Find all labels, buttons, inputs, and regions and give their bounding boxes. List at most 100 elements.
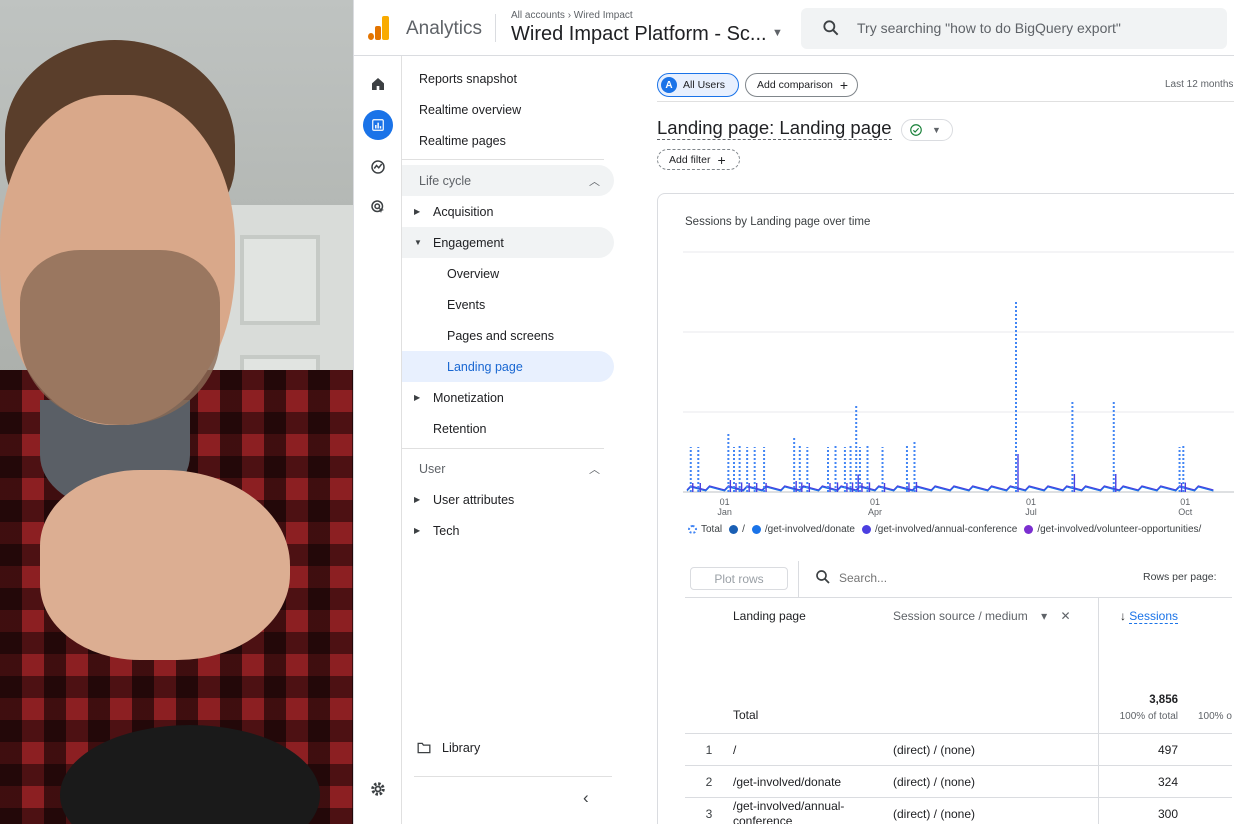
nav-engagement-overview[interactable]: Overview [402,258,614,289]
row-landing-page: /get-involved/annual-conference [733,797,893,824]
nav-label: Acquisition [433,204,494,219]
nav-divider [402,448,604,449]
beard [20,250,220,425]
divider [657,101,1234,102]
col-landing-page[interactable]: Landing page [733,597,893,687]
collapse-arrow-icon: ▼ [414,238,422,247]
row-sessions: 300 [1097,797,1190,824]
caret-down-icon[interactable]: ▼ [772,27,783,39]
row-num: 1 [685,733,733,766]
settings-icon[interactable] [363,774,393,804]
table-row[interactable]: 1 / (direct) / (none) 497 [685,733,1232,766]
total-source [893,686,1098,734]
row-source: (direct) / (none) [893,765,1098,798]
legend-swatch [1024,525,1034,534]
x-tick-month: Apr [868,507,882,517]
property-selector[interactable]: Wired Impact Platform - Sc... [511,23,767,46]
audience-avatar: A [661,77,677,93]
plus-icon: + [839,77,849,93]
section-label: Life cycle [419,173,472,188]
caret-down-icon[interactable]: ▾ [1041,609,1047,623]
x-tick-month: Jul [1025,507,1037,517]
app-name: Analytics [406,18,483,39]
close-icon[interactable]: ✕ [1060,609,1070,623]
row-next [1190,797,1232,824]
nav-section-lifecycle[interactable]: Life cycle ︿ [402,165,614,196]
home-icon[interactable] [363,69,393,99]
top-bar: Analytics All accounts › Wired Impact Wi… [354,0,1234,56]
x-tick-day: 01 [1026,497,1036,507]
nav-user-attributes[interactable]: ▶ User attributes [402,484,614,515]
table-search-input[interactable] [839,568,959,588]
date-range[interactable]: Last 12 months [1165,79,1233,90]
nav-library[interactable]: Library [402,732,614,763]
nav-monetization[interactable]: ▶ Monetization [402,382,614,413]
rows-per-page[interactable]: Rows per page: [1143,571,1217,583]
legend-item-annual-conference[interactable]: /get-involved/annual-conference [861,524,1017,535]
nav-label: Tech [433,523,460,538]
nav-realtime-pages[interactable]: Realtime pages [402,125,614,156]
total-value: 3,856 [1149,694,1178,706]
table-row[interactable]: 3 /get-involved/annual-conference (direc… [685,797,1232,824]
legend-item-volunteer[interactable]: /get-involved/volunteer-opportunities/ [1024,524,1201,535]
row-num [685,686,733,734]
door-panel [240,235,320,325]
plot-rows-button[interactable]: Plot rows [690,567,788,590]
analytics-app: Analytics All accounts › Wired Impact Wi… [353,0,1234,824]
all-users-chip[interactable]: A All Users [657,73,739,97]
legend-item-total[interactable]: Total [688,524,722,535]
main-content: A All Users Add comparison + Last 12 mon… [617,56,1234,824]
row-sessions: 324 [1097,765,1190,798]
nav-label: Engagement [433,235,504,250]
legend-item-donate[interactable]: /get-involved/donate [751,524,855,535]
collapse-nav-icon[interactable]: ‹ [583,788,589,808]
nav-engagement[interactable]: ▼ Engagement [402,227,614,258]
nav-acquisition[interactable]: ▶ Acquisition [402,196,614,227]
x-tick-day: 01 [720,497,730,507]
legend-label: / [742,524,745,535]
explore-icon[interactable] [363,152,393,182]
search-placeholder: Try searching "how to do BigQuery export… [857,20,1121,36]
total-percent: 100% o [1198,711,1232,722]
legend-swatch [751,525,761,534]
col-session-source[interactable]: Session source / medium ▾ ✕ [893,597,1098,687]
legend-item-home[interactable]: / [729,524,745,535]
nav-retention[interactable]: Retention [402,413,614,444]
line-chart[interactable]: 01Jan01Apr01Jul01Oct [683,242,1234,542]
row-sessions: 497 [1097,733,1190,766]
nav-reports-snapshot[interactable]: Reports snapshot [402,63,614,94]
nav-engagement-events[interactable]: Events [402,289,614,320]
reports-icon[interactable] [363,110,393,140]
section-label: User [419,461,446,476]
table-row[interactable]: 2 /get-involved/donate (direct) / (none)… [685,765,1232,798]
chart-legend: Total / /get-involved/donate /get-involv… [688,524,1208,535]
nav-realtime-overview[interactable]: Realtime overview [402,94,614,125]
thumb-pointing-hand [40,470,290,660]
nav-divider [402,159,604,160]
total-percent: 100% of total [1119,711,1178,722]
search-bar[interactable]: Try searching "how to do BigQuery export… [801,8,1227,49]
nav-pages-and-screens[interactable]: Pages and screens [402,320,614,351]
page-title[interactable]: Landing page: Landing page [657,117,892,140]
divider [798,561,799,597]
expand-arrow-icon: ▶ [414,495,421,504]
expand-arrow-icon: ▶ [414,393,421,402]
advertising-icon[interactable] [363,192,393,222]
row-source: (direct) / (none) [893,797,1098,824]
plus-icon: + [717,151,726,168]
expand-arrow-icon: ▶ [414,526,421,535]
total-row: Total 3,856 100% of total 100% o [685,686,1232,734]
nav-landing-page[interactable]: Landing page [402,351,614,382]
nav-tech[interactable]: ▶ Tech [402,515,614,546]
row-source: (direct) / (none) [893,733,1098,766]
table-header: Landing page Session source / medium ▾ ✕… [685,597,1232,687]
x-tick-month: Oct [1178,507,1193,517]
breadcrumb[interactable]: All accounts › Wired Impact [511,10,633,21]
add-filter-button[interactable]: Add filter + [657,149,740,170]
report-status-chip[interactable]: ▼ [901,119,953,141]
col-sessions[interactable]: ↓ Sessions [1097,597,1190,687]
nav-label: Monetization [433,390,504,405]
nav-section-user[interactable]: User ︿ [402,453,614,484]
add-comparison-button[interactable]: Add comparison + [745,73,858,97]
chart-title: Sessions by Landing page over time [685,216,871,228]
